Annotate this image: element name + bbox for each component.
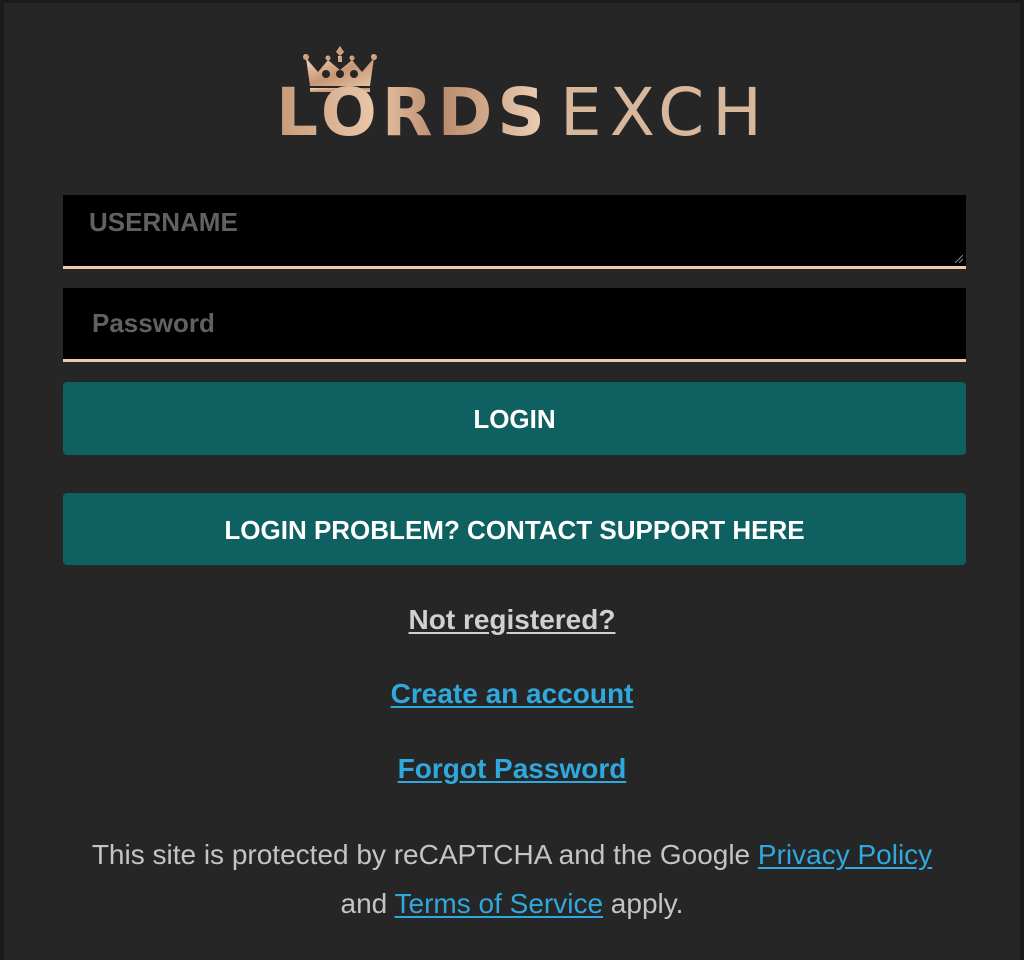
frame-edge-right	[1020, 0, 1024, 960]
frame-edge-left	[0, 0, 4, 960]
contact-support-button[interactable]: LOGIN PROBLEM? CONTACT SUPPORT HERE	[63, 493, 966, 565]
not-registered-link[interactable]: Not registered?	[0, 604, 1024, 636]
password-input[interactable]	[63, 288, 966, 359]
resize-grip-icon[interactable]	[953, 253, 963, 263]
recaptcha-text-after: apply.	[603, 888, 684, 919]
brand-logo: LORDS EXCH	[276, 40, 762, 151]
recaptcha-text-middle: and	[340, 888, 395, 919]
recaptcha-notice: This site is protected by reCAPTCHA and …	[40, 830, 984, 928]
username-input[interactable]	[63, 195, 966, 266]
create-account-link[interactable]: Create an account	[0, 678, 1024, 710]
privacy-policy-link[interactable]: Privacy Policy	[758, 839, 932, 870]
password-field[interactable]	[63, 288, 966, 362]
brand-name-light: EXCH	[560, 74, 770, 151]
brand-name-bold: LORDS	[276, 74, 550, 151]
username-field[interactable]	[63, 195, 966, 269]
terms-of-service-link[interactable]: Terms of Service	[395, 888, 604, 919]
frame-edge-top	[0, 0, 1024, 3]
recaptcha-text-before: This site is protected by reCAPTCHA and …	[91, 839, 758, 870]
forgot-password-link[interactable]: Forgot Password	[0, 753, 1024, 785]
login-button[interactable]: LOGIN	[63, 382, 966, 455]
